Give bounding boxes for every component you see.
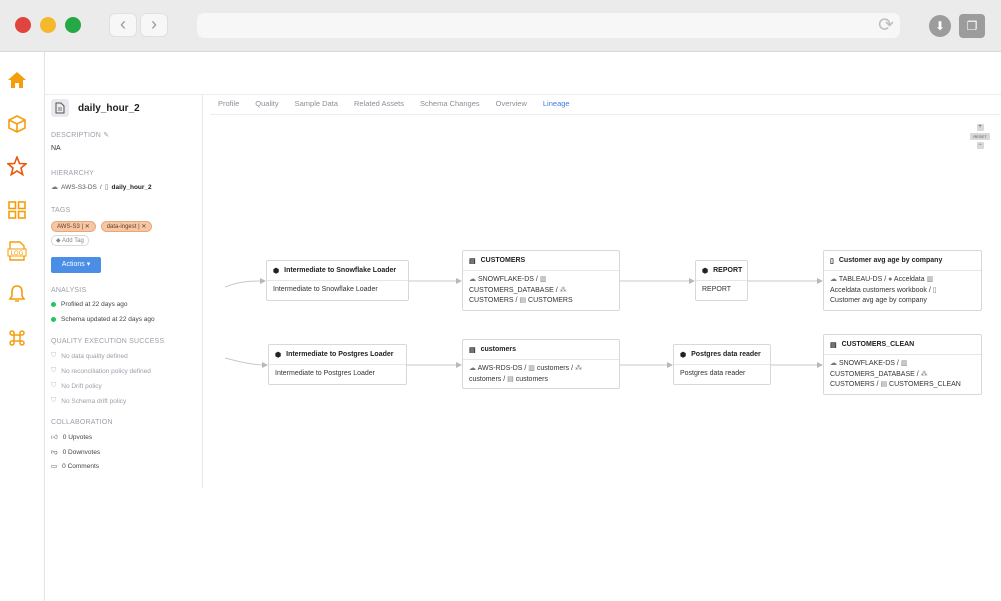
schema-icon: ⁂ xyxy=(920,370,928,378)
node-header: ▤ CUSTOMERS xyxy=(463,251,619,271)
node-title: Intermediate to Postgres Loader xyxy=(286,351,394,358)
database-icon: ▥ xyxy=(528,365,535,372)
node-title: Intermediate to Snowflake Loader xyxy=(284,267,397,274)
lineage-node-postgres-loader[interactable]: ⬢ Intermediate to Postgres Loader Interme… xyxy=(268,344,407,385)
node-path-text: customers / xyxy=(536,365,574,372)
lineage-node-snowflake-loader[interactable]: ⬢ Intermediate to Snowflake Loader Interm… xyxy=(266,260,409,301)
node-body: Intermediate to Postgres Loader xyxy=(275,370,376,377)
package-icon: ⬢ xyxy=(275,351,282,359)
node-path-text: customers / xyxy=(469,375,506,383)
node-body: ☁ TABLEAU-DS / ● Acceldata ▥ Acceldata c… xyxy=(824,271,981,311)
package-icon: ⬢ xyxy=(702,267,709,275)
node-path-text: SNOWFLAKE-DS / xyxy=(838,360,899,367)
node-body: REPORT xyxy=(702,286,732,293)
package-icon: ⬢ xyxy=(273,267,280,275)
cloud-icon: ☁ xyxy=(830,276,837,283)
lineage-edge xyxy=(224,357,268,368)
table-icon: ▤ xyxy=(507,375,514,383)
table-icon: ▤ xyxy=(880,381,888,388)
node-path-text: CUSTOMERS_DATABASE / xyxy=(830,370,919,378)
node-title: Customer avg age by company xyxy=(838,257,943,264)
node-title: Postgres data reader xyxy=(691,351,761,358)
file-icon: ▯ xyxy=(932,286,937,294)
node-header: ⬢ Postgres data reader xyxy=(674,345,770,365)
lineage-edge xyxy=(224,278,266,288)
database-icon: ▥ xyxy=(900,360,908,367)
node-header: ▯ Customer avg age by company xyxy=(824,251,981,271)
node-header: ⬢ REPORT xyxy=(696,261,747,281)
node-body: ☁ AWS-RDS-DS / ▥ customers / ⁂ customers… xyxy=(463,360,619,389)
node-header: ⬢ Intermediate to Snowflake Loader xyxy=(267,261,408,281)
file-icon: ▯ xyxy=(830,257,834,265)
node-path-text: SNOWFLAKE-DS / xyxy=(477,276,538,283)
circle-icon: ● xyxy=(888,276,893,283)
node-title: customers xyxy=(480,346,517,353)
node-path-text: Acceldata customers workbook / xyxy=(830,286,931,294)
node-path-text: customers xyxy=(515,375,549,383)
table-icon: ▤ xyxy=(830,341,837,349)
node-body: Postgres data reader xyxy=(680,370,746,377)
package-icon: ⬢ xyxy=(680,351,687,359)
schema-icon: ⁂ xyxy=(559,286,567,294)
node-path-text: Customer avg age by company xyxy=(830,297,927,304)
node-path-text: CUSTOMERS / xyxy=(469,297,518,304)
lineage-node-customers-rds[interactable]: ▤ customers ☁ AWS-RDS-DS / ▥ customers / … xyxy=(462,339,620,389)
node-header: ▤ CUSTOMERS_CLEAN xyxy=(824,335,981,355)
lineage-node-report[interactable]: ⬢ REPORT REPORT xyxy=(695,260,748,301)
node-path-text: CUSTOMERS xyxy=(528,297,573,304)
table-icon: ▤ xyxy=(469,257,476,265)
node-path-text: Acceldata xyxy=(893,276,925,283)
node-path-text: CUSTOMERS / xyxy=(830,381,879,388)
node-path-text: CUSTOMERS_DATABASE / xyxy=(469,286,558,294)
cloud-icon: ☁ xyxy=(830,360,837,367)
cloud-icon: ☁ xyxy=(469,276,476,283)
lineage-node-customers[interactable]: ▤ CUSTOMERS ☁ SNOWFLAKE-DS / ▥ CUSTOMERS_… xyxy=(462,250,620,311)
table-icon: ▤ xyxy=(469,346,476,354)
lineage-node-customer-avg-age[interactable]: ▯ Customer avg age by company ☁ TABLEAU-D… xyxy=(823,250,982,311)
node-path-text: AWS-RDS-DS / xyxy=(477,365,527,372)
node-path-text: TABLEAU-DS / xyxy=(838,276,887,283)
node-title: CUSTOMERS xyxy=(480,257,526,264)
node-title: CUSTOMERS_CLEAN xyxy=(841,341,915,348)
lineage-node-customers-clean[interactable]: ▤ CUSTOMERS_CLEAN ☁ SNOWFLAKE-DS / ▥ CUST… xyxy=(823,334,982,395)
schema-icon: ⁂ xyxy=(574,365,582,372)
node-path-text: CUSTOMERS_CLEAN xyxy=(889,381,961,388)
node-body: Intermediate to Snowflake Loader xyxy=(273,286,378,293)
node-body: ☁ SNOWFLAKE-DS / ▥ CUSTOMERS_DATABASE / … xyxy=(824,355,981,395)
node-header: ⬢ Intermediate to Postgres Loader xyxy=(269,345,406,365)
database-icon: ▥ xyxy=(926,276,934,283)
node-title: REPORT xyxy=(713,267,743,274)
cloud-icon: ☁ xyxy=(469,365,476,372)
node-header: ▤ customers xyxy=(463,340,619,360)
database-icon: ▥ xyxy=(539,276,547,283)
table-icon: ▤ xyxy=(519,297,527,304)
node-body: ☁ SNOWFLAKE-DS / ▥ CUSTOMERS_DATABASE / … xyxy=(463,271,619,311)
lineage-node-postgres-reader[interactable]: ⬢ Postgres data reader Postgres data read… xyxy=(673,344,771,385)
